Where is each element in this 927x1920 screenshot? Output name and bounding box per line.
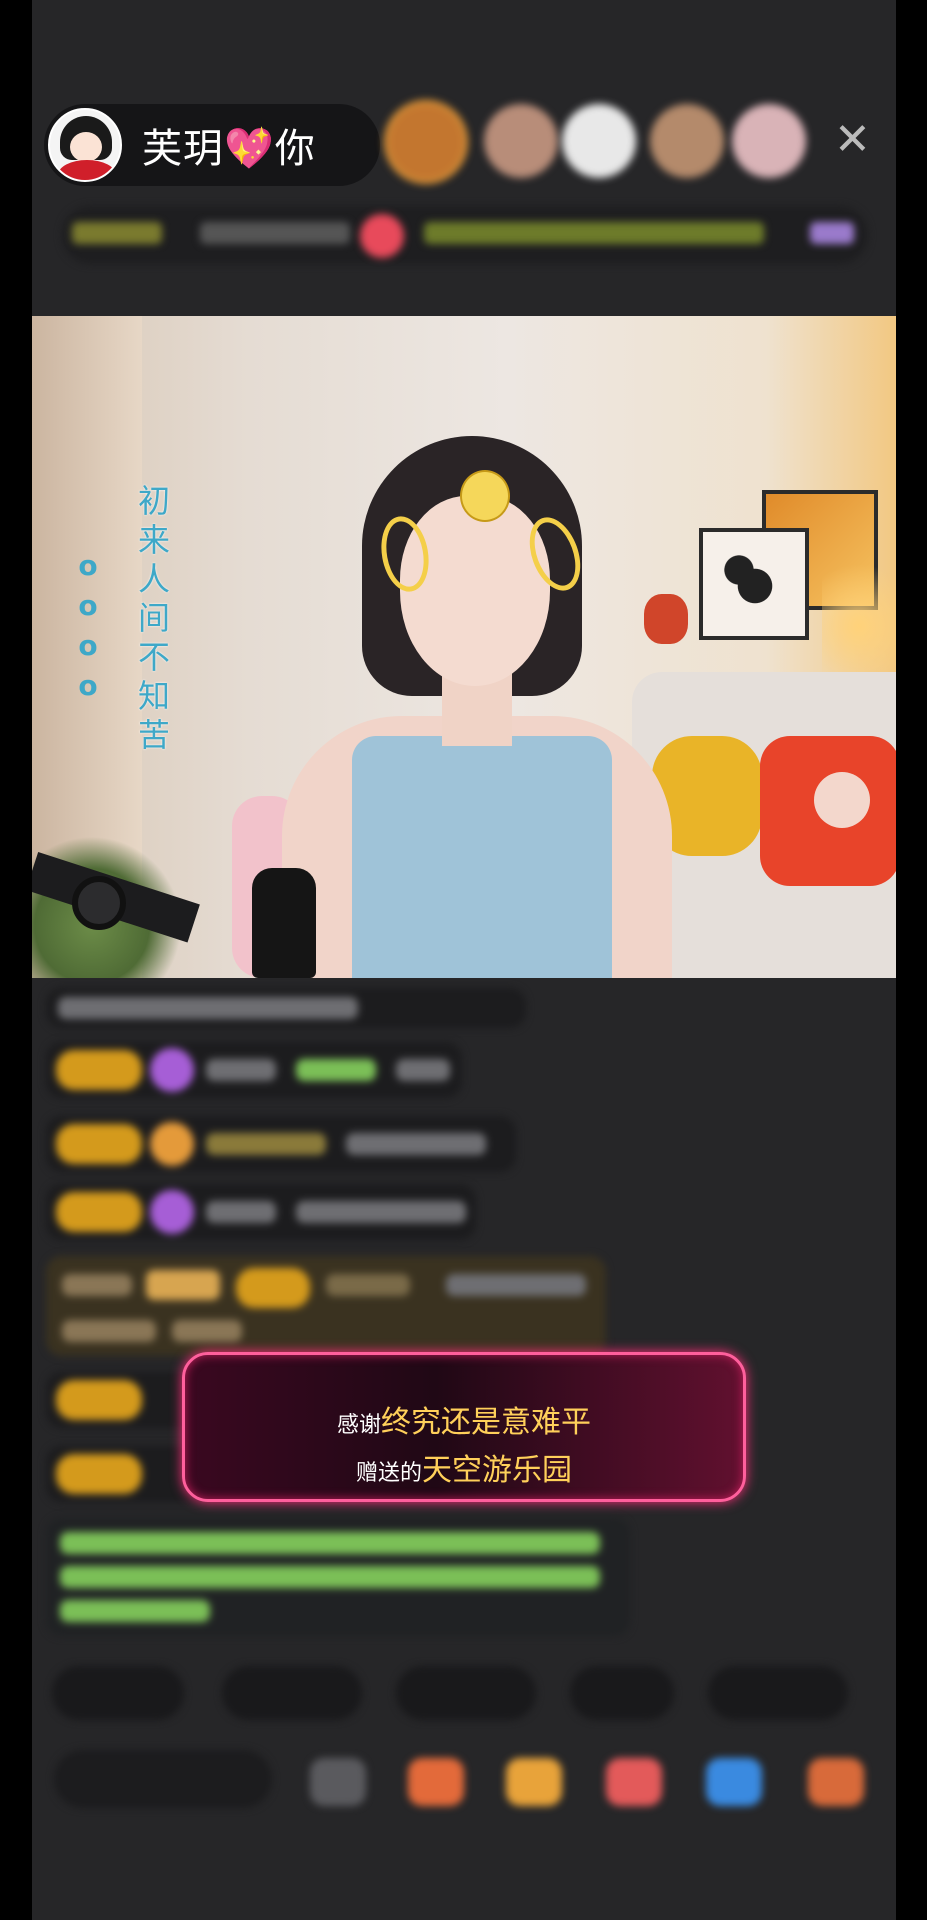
toy-bear (644, 594, 688, 644)
viewer-avatar[interactable] (562, 104, 636, 178)
quick-reply-chip[interactable] (52, 1666, 184, 1720)
live-video[interactable]: 初来人间不知苦 o o o o (32, 316, 896, 978)
close-icon[interactable]: ✕ (834, 118, 871, 162)
rank-tag[interactable] (72, 222, 162, 244)
share-icon[interactable] (706, 1758, 762, 1806)
chat-message[interactable] (46, 1042, 462, 1098)
gift-notice-banner: 感谢终究还是意难平 赠送的天空游乐园 (182, 1352, 746, 1502)
host-avatar[interactable] (48, 108, 122, 182)
gift-sender-name: 终究还是意难平 (381, 1405, 591, 1440)
game-icon[interactable] (408, 1758, 464, 1806)
ticker-icon[interactable] (810, 222, 854, 244)
gift-icon[interactable] (506, 1758, 562, 1806)
host-info-pill[interactable]: 芙玥💖你 (44, 104, 380, 186)
ticker-text (424, 222, 764, 244)
gift-action-text: 赠送的 (355, 1461, 422, 1486)
wall-frame (699, 528, 809, 640)
chat-message[interactable] (46, 988, 526, 1028)
video-overlay-text: 初来人间不知苦 (137, 482, 170, 754)
sticker-icon (460, 470, 510, 522)
red-badge-icon[interactable] (360, 214, 404, 258)
gift-thanks-prefix: 感谢 (336, 1413, 381, 1438)
video-overlay-dots: o o o o (78, 549, 98, 702)
system-notice (46, 1518, 630, 1636)
fans-tag[interactable] (200, 222, 350, 244)
host-name: 芙玥💖你 (142, 126, 316, 172)
live-room-screen: 芙玥💖你 ✕ 初来人间不知苦 o o o o 感谢终究还是意难平 赠送的天空游乐… (32, 0, 896, 1920)
viewer-avatar[interactable] (484, 104, 558, 178)
quick-reply-chip[interactable] (222, 1666, 362, 1720)
quick-reply-chip[interactable] (396, 1666, 536, 1720)
quick-reply-chip[interactable] (570, 1666, 674, 1720)
more-icon[interactable] (310, 1758, 366, 1806)
shop-icon[interactable] (808, 1758, 864, 1806)
chat-message[interactable] (46, 1116, 516, 1172)
chat-message[interactable] (46, 1184, 476, 1240)
viewer-avatar[interactable] (732, 104, 806, 178)
microphone (252, 868, 316, 978)
quick-reply-chip[interactable] (708, 1666, 848, 1720)
chat-input[interactable] (54, 1750, 272, 1808)
viewer-avatar[interactable] (650, 104, 724, 178)
lucky-bag-icon[interactable] (606, 1758, 662, 1806)
gift-name: 天空游乐园 (422, 1453, 572, 1488)
viewer-avatar[interactable] (384, 100, 468, 184)
chat-message-highlight[interactable] (46, 1256, 606, 1356)
